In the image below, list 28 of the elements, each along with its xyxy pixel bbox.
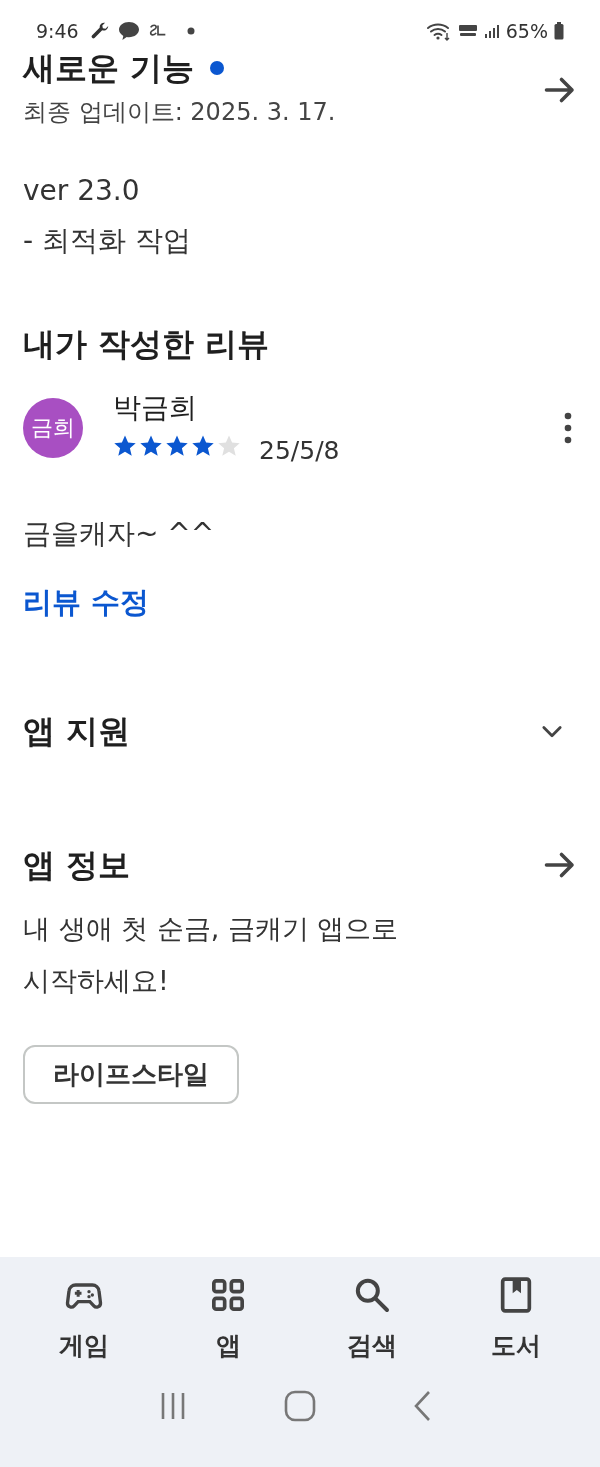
reviewer-name: 박금희 — [113, 390, 198, 426]
edit-review-link[interactable]: 리뷰 수정 — [23, 583, 150, 623]
nav-label[interactable]: 게임 — [59, 1329, 109, 1362]
update-date: 최종 업데이트: 2025. 3. 17. — [23, 97, 336, 128]
section-title: 새로운 기능 — [23, 48, 195, 89]
avatar: 금희 — [23, 397, 83, 458]
section-title: 앱 지원 — [23, 711, 131, 752]
section-title: 앱 정보 — [23, 845, 131, 886]
more-options-icon[interactable] — [564, 411, 572, 444]
review-text: 금을캐자~ ^^ — [23, 516, 216, 552]
battery-percentage: 65% — [505, 20, 548, 42]
review-date: 25/5/8 — [259, 436, 340, 465]
app-description: 내 생애 첫 순금, 금캐기 앱으로 시작하세요! — [23, 912, 400, 998]
battery-icon — [554, 22, 564, 40]
chat-bubble-icon — [116, 19, 141, 43]
signal-icon — [483, 23, 500, 39]
release-note: ver 23.0 — [23, 173, 141, 209]
nav-label[interactable]: 도서 — [491, 1329, 541, 1362]
section-title: 내가 작성한 리뷰 — [23, 324, 271, 365]
release-note: - 최적화 작업 — [23, 223, 192, 259]
category-chip[interactable]: 라이프스타일 — [23, 1045, 239, 1104]
back-icon[interactable] — [412, 1390, 432, 1422]
notification-dot-icon — [186, 27, 195, 35]
home-icon[interactable] — [284, 1390, 316, 1422]
clock-time: 9:46 — [36, 20, 79, 42]
wifi-icon — [425, 21, 452, 41]
nav-label[interactable]: 앱 — [215, 1329, 241, 1362]
nav-label[interactable]: 검색 — [347, 1329, 397, 1362]
